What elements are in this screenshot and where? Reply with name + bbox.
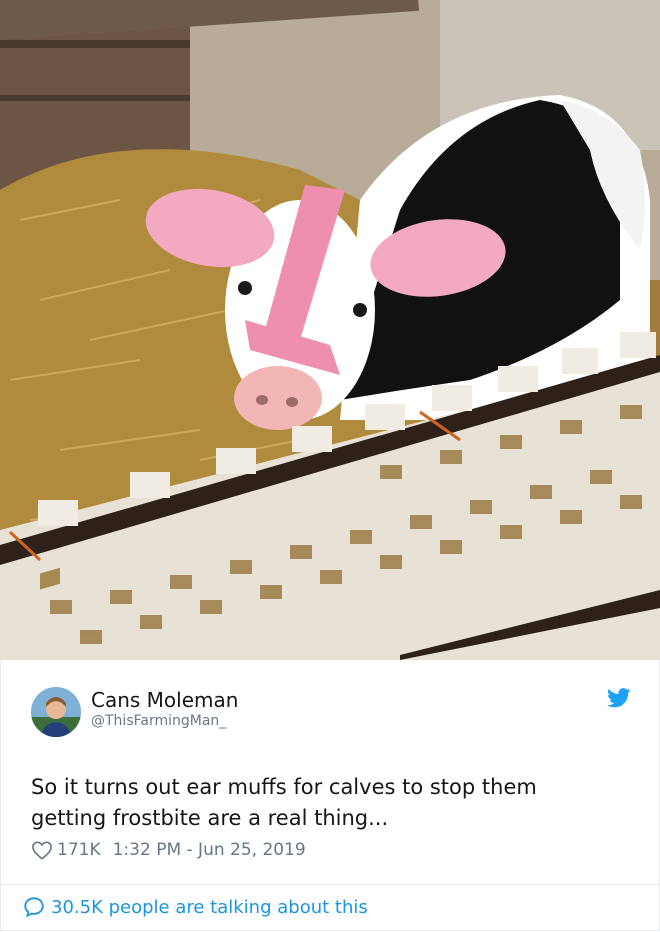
twitter-bird-icon[interactable] — [607, 688, 631, 708]
conversation-link[interactable]: 30.5K people are talking about this — [23, 896, 368, 918]
tweet-text: So it turns out ear muffs for calves to … — [31, 772, 631, 834]
author-avatar[interactable] — [31, 687, 81, 737]
author-name[interactable]: Cans Moleman — [91, 688, 238, 712]
tweet-photo[interactable] — [0, 0, 660, 660]
heart-icon[interactable] — [31, 840, 53, 860]
tweet-meta: 171K 1:32 PM - Jun 25, 2019 — [31, 838, 306, 862]
tweet-text-line: getting frostbite are a real thing... — [31, 806, 389, 830]
like-count[interactable]: 171K — [57, 840, 101, 860]
tweet-card[interactable]: Cans Moleman @ThisFarmingMan_ So it turn… — [0, 660, 660, 931]
avatar-image — [31, 687, 81, 737]
author-handle[interactable]: @ThisFarmingMan_ — [91, 713, 226, 729]
divider — [1, 884, 659, 885]
tweet-timestamp[interactable]: 1:32 PM - Jun 25, 2019 — [113, 840, 306, 860]
speech-bubble-icon — [24, 897, 44, 918]
calf-photo-illustration — [0, 0, 660, 660]
conversation-label[interactable]: 30.5K people are talking about this — [51, 897, 368, 918]
tweet-text-line: So it turns out ear muffs for calves to … — [31, 775, 537, 799]
